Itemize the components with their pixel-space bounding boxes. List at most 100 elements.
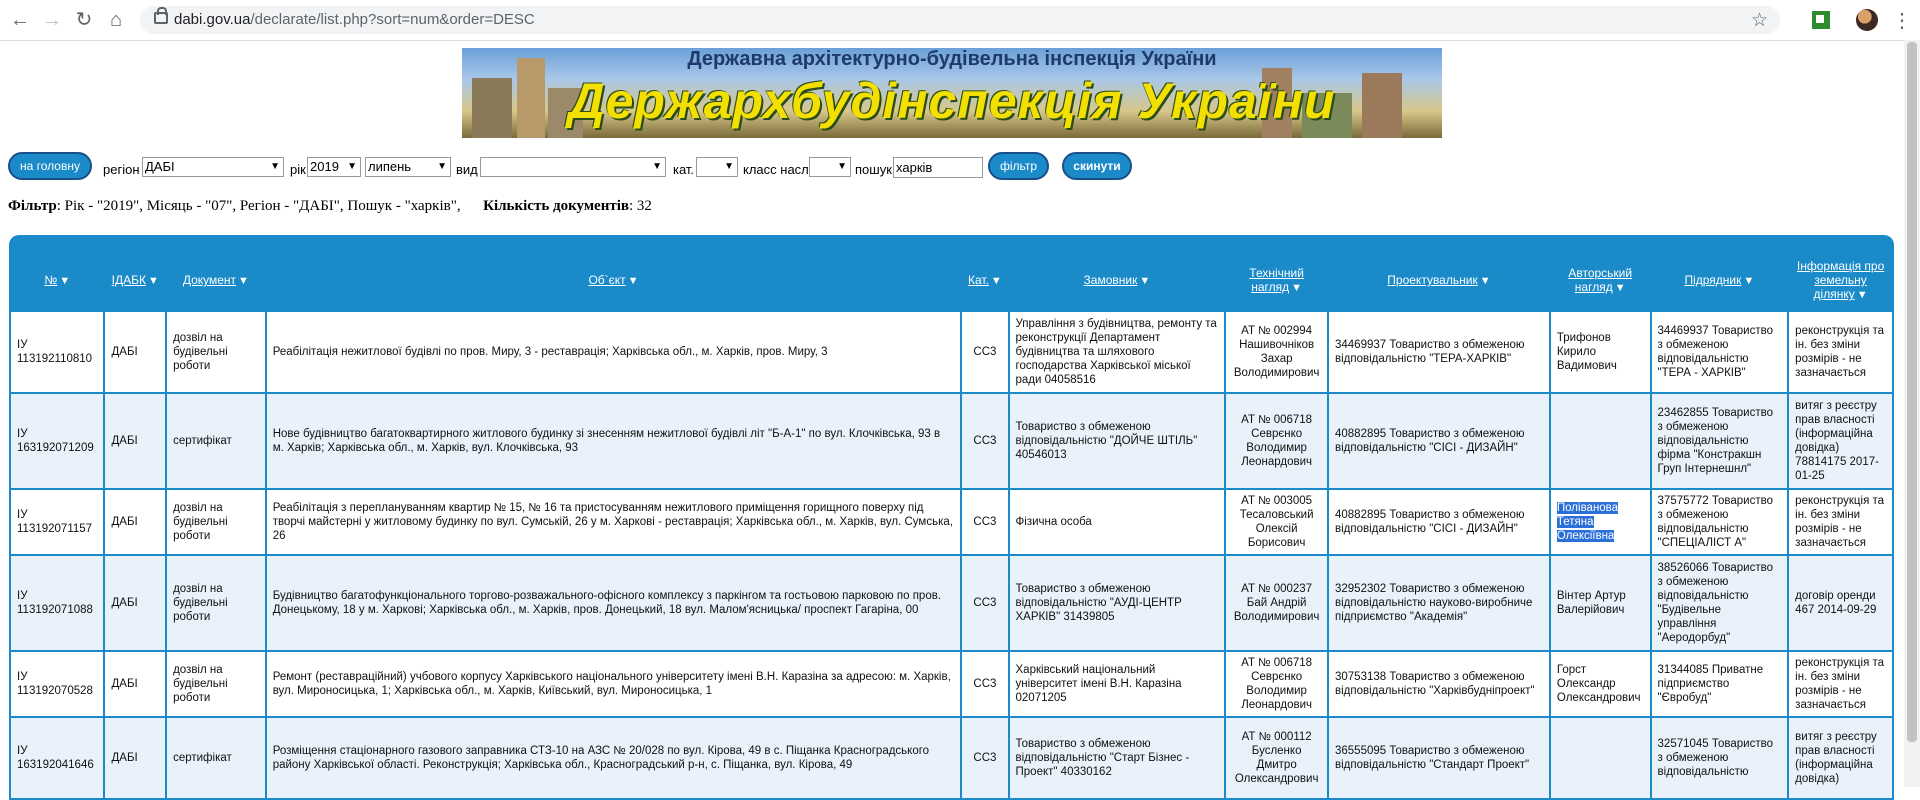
chevron-down-icon: ▼ — [270, 161, 280, 172]
cell-land-info: витяг з реєстру прав власності (інформац… — [1789, 394, 1892, 488]
month-select[interactable]: липень ▼ — [365, 157, 451, 177]
col-header-land-info[interactable]: Інформація про земельну ділянку ▼ — [1789, 250, 1892, 310]
table-row[interactable]: ІУ 163192041646 ДАБІ сертифікат Розміщен… — [11, 718, 1892, 798]
sort-arrow-icon: ▼ — [1743, 275, 1755, 287]
cell-designer: 36555095 Товариство з обмеженою відповід… — [1328, 718, 1549, 798]
cell-object: Розміщення стаціонарного газового заправ… — [266, 718, 961, 798]
cell-land-info: реконструкція та ін. без зміни розмірів … — [1789, 490, 1892, 554]
cell-land-info: реконструкція та ін. без зміни розмірів … — [1789, 312, 1892, 392]
cell-category: СС3 — [962, 718, 1008, 798]
cell-land-info: договір оренди 467 2014-09-29 — [1789, 556, 1892, 650]
chevron-down-icon: ▼ — [837, 161, 847, 172]
filter-summary-label: Фільтр — [8, 198, 57, 214]
table-row[interactable]: ІУ 113192071157 ДАБІ дозвіл на будівельн… — [11, 490, 1892, 554]
cell-author-supervision: Трифонов Кирило Вадимович — [1550, 312, 1650, 392]
cell-document: дозвіл на будівельні роботи — [167, 556, 265, 650]
address-bar[interactable]: dabi.gov.ua/declarate/list.php?sort=num&… — [140, 6, 1780, 34]
chevron-down-icon: ▼ — [652, 161, 662, 172]
cell-idabk: ДАБІ — [105, 718, 166, 798]
col-header-customer[interactable]: Замовник ▼ — [1009, 250, 1225, 310]
type-select[interactable]: ▼ — [480, 157, 666, 177]
cell-contractor: 38526066 Товариство з обмеженою відповід… — [1651, 556, 1788, 650]
sort-arrow-icon: ▼ — [1479, 275, 1491, 287]
sort-arrow-icon: ▼ — [59, 275, 71, 287]
reload-icon[interactable]: ↻ — [72, 8, 96, 32]
cell-idabk: ДАБІ — [105, 490, 166, 554]
search-input[interactable] — [893, 157, 983, 178]
url-domain: dabi.gov.ua — [174, 11, 251, 28]
search-label: пошук — [855, 162, 892, 177]
year-select[interactable]: 2019 ▼ — [307, 157, 361, 177]
table-row[interactable]: ІУ 163192071209 ДАБІ сертифікат Нове буд… — [11, 394, 1892, 488]
cell-contractor: 34469937 Товариство з обмеженою відповід… — [1651, 312, 1788, 392]
cell-num: ІУ 113192070528 — [11, 652, 104, 716]
browser-menu-icon[interactable]: ⋮ — [1892, 8, 1912, 33]
col-header-num[interactable]: № ▼ — [11, 250, 104, 310]
reset-button[interactable]: скинути — [1062, 152, 1132, 180]
category-select[interactable]: ▼ — [696, 157, 738, 177]
cell-idabk: ДАБІ — [105, 312, 166, 392]
filter-summary-text: : Рік - "2019", Місяць - "07", Регіон - … — [56, 198, 461, 214]
region-select[interactable]: ДАБІ ▼ — [142, 157, 284, 177]
sort-arrow-icon: ▼ — [1139, 275, 1151, 287]
selected-text: Поліванова Тетяна Олексіївна — [1556, 502, 1619, 542]
cell-num: ІУ 113192071088 — [11, 556, 104, 650]
cell-author-supervision: Поліванова Тетяна Олексіївна — [1550, 490, 1650, 554]
col-header-category[interactable]: Кат. ▼ — [962, 250, 1008, 310]
profile-avatar[interactable] — [1856, 9, 1878, 31]
cell-tech-supervision: АТ № 006718 Севрєнко Володимир Леонардов… — [1226, 652, 1327, 716]
scrollbar-thumb[interactable] — [1907, 42, 1917, 742]
col-header-document[interactable]: Документ ▼ — [167, 250, 265, 310]
cell-idabk: ДАБІ — [105, 556, 166, 650]
table-row[interactable]: ІУ 113192071088 ДАБІ дозвіл на будівельн… — [11, 556, 1892, 650]
cell-customer: Управління з будівництва, ремонту та рек… — [1009, 312, 1225, 392]
url-path: /declarate/list.php?sort=num&order=DESC — [250, 11, 535, 28]
cell-document: дозвіл на будівельні роботи — [167, 652, 265, 716]
cell-category: СС3 — [962, 312, 1008, 392]
forward-icon[interactable]: → — [40, 8, 64, 32]
extension-icon[interactable] — [1812, 11, 1830, 29]
class-select[interactable]: ▼ — [809, 157, 851, 177]
cell-land-info: реконструкція та ін. без зміни розмірів … — [1789, 652, 1892, 716]
cell-designer: 34469937 Товариство з обмеженою відповід… — [1328, 312, 1549, 392]
cell-author-supervision — [1550, 718, 1650, 798]
cell-num: ІУ 163192071209 — [11, 394, 104, 488]
cell-customer: Фізична особа — [1009, 490, 1225, 554]
banner-title-large: Держархбудінспекція України — [568, 73, 1336, 129]
cell-customer: Харківський національний університет іме… — [1009, 652, 1225, 716]
home-button[interactable]: на головну — [8, 152, 92, 180]
browser-toolbar: ← → ↻ ⌂ dabi.gov.ua/declarate/list.php?s… — [0, 0, 1920, 41]
filter-button[interactable]: фільтр — [988, 152, 1049, 180]
col-header-object[interactable]: Об`єкт ▼ — [266, 250, 961, 310]
cell-category: СС3 — [962, 652, 1008, 716]
cell-num: ІУ 163192041646 — [11, 718, 104, 798]
sort-arrow-icon: ▼ — [238, 275, 249, 287]
class-label: класс насл. — [743, 162, 813, 177]
col-header-contractor[interactable]: Підрядник ▼ — [1651, 250, 1788, 310]
table-row[interactable]: ІУ 113192110810 ДАБІ дозвіл на будівельн… — [11, 312, 1892, 392]
bookmark-star-icon[interactable]: ☆ — [1751, 9, 1768, 32]
table-row[interactable]: ІУ 113192070528 ДАБІ дозвіл на будівельн… — [11, 652, 1892, 716]
col-header-tech-supervision[interactable]: Технічний нагляд ▼ — [1226, 250, 1327, 310]
col-header-designer[interactable]: Проектувальник ▼ — [1328, 250, 1549, 310]
doc-count-value: : 32 — [628, 198, 652, 214]
cell-customer: Товариство з обмеженою відповідальністю … — [1009, 394, 1225, 488]
sort-arrow-icon: ▼ — [148, 275, 159, 287]
banner-title-small: Державна архітектурно-будівельна інспекц… — [687, 48, 1217, 70]
table-header-row: № ▼ ІДАБК ▼ Документ ▼ Об`єкт ▼ Кат. ▼ Замовн… — [11, 250, 1892, 310]
cell-designer: 30753138 Товариство з обмеженою відповід… — [1328, 652, 1549, 716]
cell-tech-supervision: АТ № 002994 Нашивочніков Захар Володимир… — [1226, 312, 1327, 392]
col-header-idabk[interactable]: ІДАБК ▼ — [105, 250, 166, 310]
site-banner[interactable]: Державна архітектурно-будівельна інспекц… — [462, 48, 1442, 138]
back-icon[interactable]: ← — [8, 8, 32, 32]
cell-document: сертифікат — [167, 394, 265, 488]
col-header-author-supervision[interactable]: Авторський нагляд ▼ — [1550, 250, 1650, 310]
cell-designer: 40882895 Товариство з обмеженою відповід… — [1328, 394, 1549, 488]
region-label: регіон — [103, 162, 140, 177]
sort-arrow-icon: ▼ — [990, 275, 1002, 287]
sort-arrow-icon: ▼ — [1856, 289, 1868, 301]
cell-land-info: витяг з реєстру прав власності (інформац… — [1789, 718, 1892, 798]
cell-designer: 32952302 Товариство з обмеженою відповід… — [1328, 556, 1549, 650]
chevron-down-icon: ▼ — [437, 161, 447, 172]
home-icon[interactable]: ⌂ — [104, 8, 128, 32]
